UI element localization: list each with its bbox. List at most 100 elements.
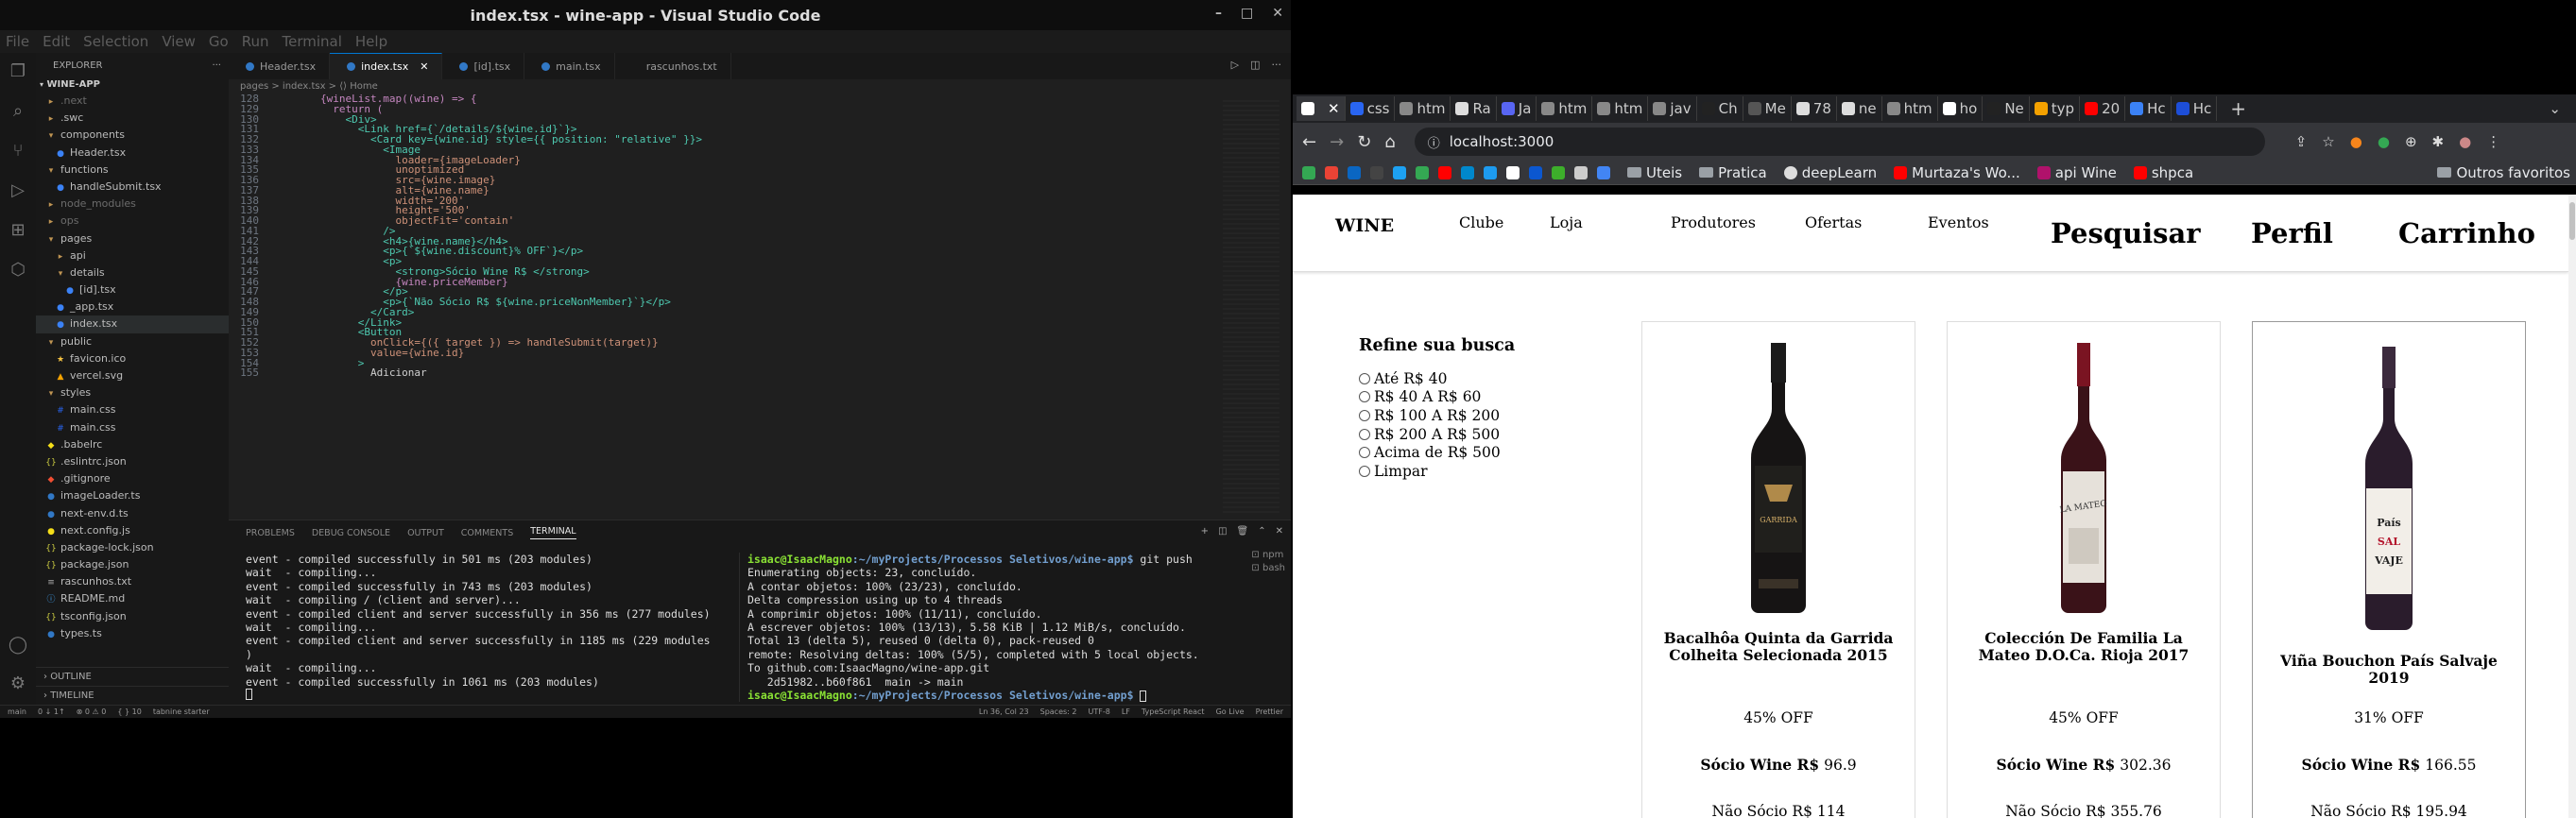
account-icon[interactable]: ◯ <box>9 635 27 655</box>
code-area[interactable]: 128 {wineList.map((wine) => {129 return … <box>229 94 1291 379</box>
new-tab-icon[interactable]: + <box>2230 97 2246 120</box>
radio-button[interactable] <box>1359 465 1370 477</box>
tree-item[interactable]: ● handleSubmit.tsx <box>36 179 229 196</box>
browser-tab[interactable]: jav <box>1648 96 1697 121</box>
bookmark-icon[interactable] <box>1416 165 1429 179</box>
tree-item[interactable]: ◆ .gitignore <box>36 470 229 487</box>
tree-item[interactable]: ● types.ts <box>36 625 229 642</box>
price-filter-option[interactable]: R$ 100 A R$ 200 <box>1359 406 1515 425</box>
bookmark-icon[interactable] <box>1370 165 1383 179</box>
tree-item[interactable]: ▾ components <box>36 127 229 144</box>
remote-icon[interactable]: ⬡ <box>9 261 27 280</box>
browser-tab[interactable]: Hc <box>2172 96 2218 121</box>
panel-tab[interactable]: OUTPUT <box>407 528 444 538</box>
tree-item[interactable]: # main.css <box>36 401 229 418</box>
bookmark-icon[interactable] <box>1393 165 1406 179</box>
bookmark-link[interactable]: Murtaza's Wo... <box>1894 164 2020 181</box>
status-item[interactable]: Prettier <box>1256 707 1283 716</box>
bookmark-icon[interactable] <box>1461 165 1474 179</box>
trash-icon[interactable]: 🗑 <box>1237 526 1249 537</box>
nav-link[interactable]: Ofertas <box>1805 213 1862 231</box>
tree-item[interactable]: ◆ .babelrc <box>36 436 229 453</box>
browser-tab[interactable]: Hc <box>2125 96 2172 121</box>
radio-button[interactable] <box>1359 428 1370 440</box>
settings-gear-icon[interactable]: ⚙ <box>10 673 26 693</box>
forward-icon[interactable]: → <box>1330 132 1344 152</box>
nav-link[interactable]: Eventos <box>1928 213 1989 231</box>
tree-item[interactable]: ▸ .next <box>36 93 229 110</box>
address-bar[interactable]: ⓘ localhost:3000 <box>1414 128 2265 156</box>
tree-item[interactable]: ≡ rascunhos.txt <box>36 573 229 590</box>
nav-link-large[interactable]: Carrinho <box>2398 217 2535 249</box>
tree-item[interactable]: ★ favicon.ico <box>36 350 229 367</box>
panel-tab[interactable]: TERMINAL <box>530 526 576 539</box>
extension-icon[interactable]: ● <box>2350 133 2362 150</box>
nav-link[interactable]: Produtores <box>1671 213 1756 231</box>
price-filter-option[interactable]: R$ 200 A R$ 500 <box>1359 425 1515 444</box>
close-panel-icon[interactable]: ✕ <box>1276 526 1283 537</box>
tree-item[interactable]: ● Header.tsx <box>36 145 229 162</box>
browser-tab[interactable]: ✕ <box>1297 96 1346 121</box>
terminal-list-item[interactable]: ⊡ npm <box>1251 549 1285 562</box>
bookmark-link[interactable]: shpca <box>2133 164 2193 181</box>
editor-tab[interactable]: main.tsx <box>524 53 615 79</box>
panel-tab[interactable]: COMMENTS <box>461 528 513 538</box>
radio-button[interactable] <box>1359 447 1370 459</box>
timeline-section[interactable]: › TIMELINE <box>36 686 229 705</box>
browser-tab[interactable]: 78 <box>1792 96 1837 121</box>
status-item[interactable]: Go Live <box>1216 707 1245 716</box>
tree-item[interactable]: ▾ pages <box>36 230 229 247</box>
status-item[interactable]: LF <box>1122 707 1130 716</box>
radio-button[interactable] <box>1359 391 1370 403</box>
more-actions-icon[interactable]: ··· <box>212 60 221 71</box>
status-item[interactable]: ⊗ 0 ⚠ 0 <box>77 707 107 716</box>
tree-item[interactable]: {} package-lock.json <box>36 539 229 556</box>
status-item[interactable]: UTF-8 <box>1089 707 1110 716</box>
tree-item[interactable]: ● [id].tsx <box>36 281 229 298</box>
close-tab-icon[interactable]: ✕ <box>1328 100 1340 117</box>
menu-item[interactable]: Selection <box>83 33 148 50</box>
panel-tab[interactable]: DEBUG CONSOLE <box>312 528 390 538</box>
source-control-icon[interactable]: ⑂ <box>9 142 27 161</box>
nav-link[interactable]: Loja <box>1550 213 1583 231</box>
bookmark-icon[interactable] <box>1529 165 1542 179</box>
tree-item[interactable]: ● next-env.d.ts <box>36 505 229 522</box>
editor-tab[interactable]: rascunhos.txt <box>615 53 731 79</box>
browser-tab[interactable]: htm <box>1592 96 1649 121</box>
files-icon[interactable]: ❐ <box>9 62 27 81</box>
bookmark-icon[interactable] <box>1302 165 1315 179</box>
tab-search-icon[interactable]: ⌄ <box>2549 100 2561 117</box>
reload-icon[interactable]: ↻ <box>1357 132 1371 152</box>
status-item[interactable]: { } 10 <box>117 707 141 716</box>
extensions-puzzle-icon[interactable]: ✱ <box>2432 133 2445 150</box>
split-terminal-icon[interactable]: ◫ <box>1218 526 1227 537</box>
split-editor-icon[interactable]: ◫ <box>1250 59 1260 71</box>
extensions-icon[interactable]: ⊞ <box>9 221 27 240</box>
bookmark-icon[interactable] <box>1506 165 1520 179</box>
browser-tab[interactable]: ho <box>1938 96 1984 121</box>
back-icon[interactable]: ← <box>1302 132 1316 152</box>
close-icon[interactable]: ✕ <box>1272 6 1283 21</box>
status-item[interactable]: TypeScript React <box>1142 707 1205 716</box>
tree-item[interactable]: ▾ public <box>36 333 229 350</box>
browser-tab[interactable]: ne <box>1837 96 1882 121</box>
menu-item[interactable]: Go <box>209 33 229 50</box>
tree-item[interactable]: {} .eslintrc.json <box>36 453 229 470</box>
tree-item[interactable]: ● imageLoader.ts <box>36 487 229 504</box>
scrollbar-thumb[interactable] <box>2569 202 2575 240</box>
price-filter-option[interactable]: Até R$ 40 <box>1359 369 1515 388</box>
product-card[interactable]: LA MATEO Colección De Familia La Mateo D.… <box>1947 321 2221 818</box>
more-icon[interactable]: ··· <box>1272 59 1282 71</box>
menu-item[interactable]: Run <box>242 33 269 50</box>
minimize-icon[interactable]: – <box>1215 6 1222 21</box>
browser-menu-icon[interactable]: ⋮ <box>2486 133 2500 150</box>
maximize-icon[interactable]: □ <box>1241 6 1253 21</box>
minimap[interactable] <box>1223 100 1279 516</box>
browser-tab[interactable]: typ <box>2030 96 2081 121</box>
bookmark-link[interactable]: Pratica <box>1699 164 1767 181</box>
close-tab-icon[interactable]: ✕ <box>420 60 428 73</box>
price-filter-option[interactable]: Limpar <box>1359 462 1515 481</box>
terminal-list-item[interactable]: ⊡ bash <box>1251 562 1285 575</box>
browser-tab[interactable]: htm <box>1537 96 1593 121</box>
tree-item[interactable]: ● index.tsx <box>36 315 229 333</box>
